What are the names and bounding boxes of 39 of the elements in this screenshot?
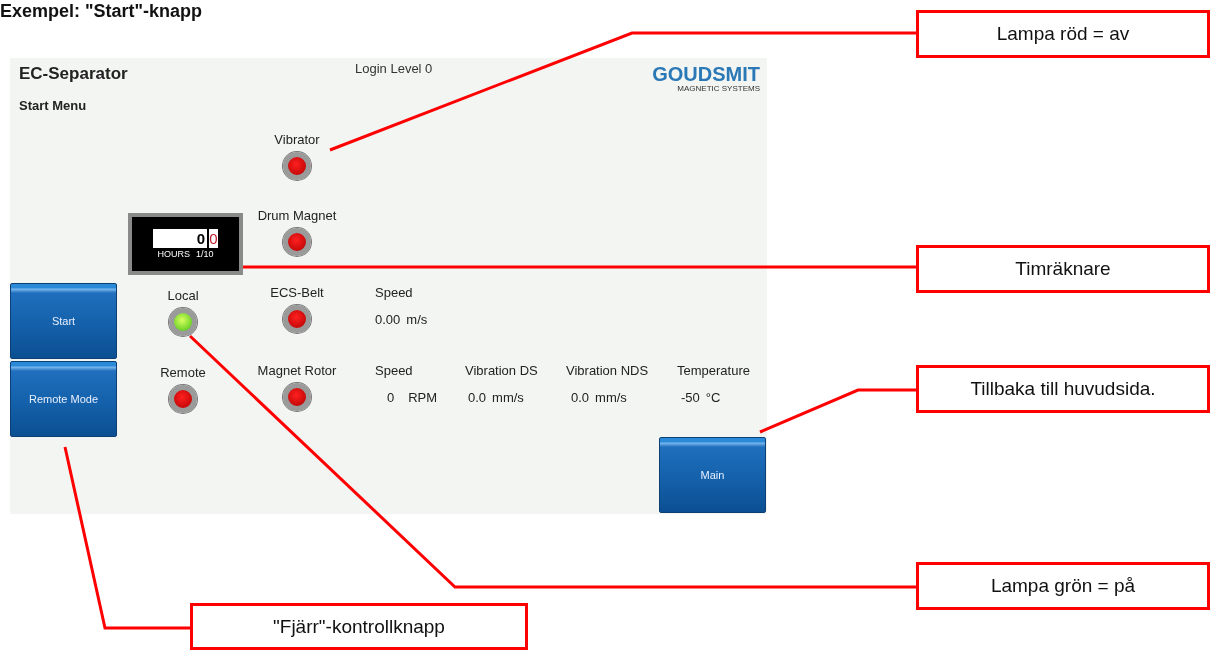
reading-unit: °C	[705, 390, 721, 405]
lamp-label: Local	[167, 288, 199, 303]
reading-label: Temperature	[677, 363, 750, 378]
callout-label: Lampa röd = av	[916, 10, 1210, 58]
reading-value: 0.0	[468, 390, 487, 405]
hours-digits: 0	[153, 229, 207, 248]
reading-label: Speed	[375, 363, 414, 378]
remote-mode-button[interactable]: Remote Mode	[10, 361, 117, 437]
menu-title: Start Menu	[19, 98, 87, 113]
main-button[interactable]: Main	[659, 437, 766, 513]
reading-unit: m/s	[406, 312, 428, 327]
lamp-label: ECS-Belt	[270, 285, 324, 300]
reading-label: Speed	[375, 285, 414, 300]
reading-unit: mm/s	[595, 390, 627, 405]
page-heading: Exempel: "Start"-knapp	[0, 1, 203, 22]
callout-label: Timräknare	[916, 245, 1210, 293]
callout-label: "Fjärr"-kontrollknapp	[190, 603, 528, 650]
lamp-label: Vibrator	[274, 132, 320, 147]
counter-scale: 1/10	[196, 249, 214, 259]
lamp-label: Drum Magnet	[257, 208, 337, 223]
callout-label: Tillbaka till huvudsida.	[916, 365, 1210, 413]
callout-label: Lampa grön = på	[916, 562, 1210, 610]
lamp-label: Remote	[160, 365, 206, 380]
counter-unit: HOURS	[157, 249, 190, 259]
reading-unit: RPM	[408, 390, 438, 405]
lamp-label: Magnet Rotor	[257, 363, 337, 378]
screen-title: EC-Separator	[19, 64, 128, 84]
logo-name: GOUDSMIT	[652, 64, 760, 84]
start-button[interactable]: Start	[10, 283, 117, 359]
reading-value: -50	[681, 390, 700, 405]
reading-value: 0.00	[375, 312, 401, 327]
reading-label: Vibration DS	[465, 363, 538, 378]
reading-value: 0.0	[571, 390, 590, 405]
reading-unit: mm/s	[492, 390, 524, 405]
login-level: Login Level 0	[355, 61, 433, 76]
reading-value: 0	[387, 390, 395, 405]
reading-label: Vibration NDS	[566, 363, 649, 378]
logo-tagline: MAGNETIC SYSTEMS	[677, 84, 760, 93]
tenths-digit: 0	[209, 229, 218, 248]
